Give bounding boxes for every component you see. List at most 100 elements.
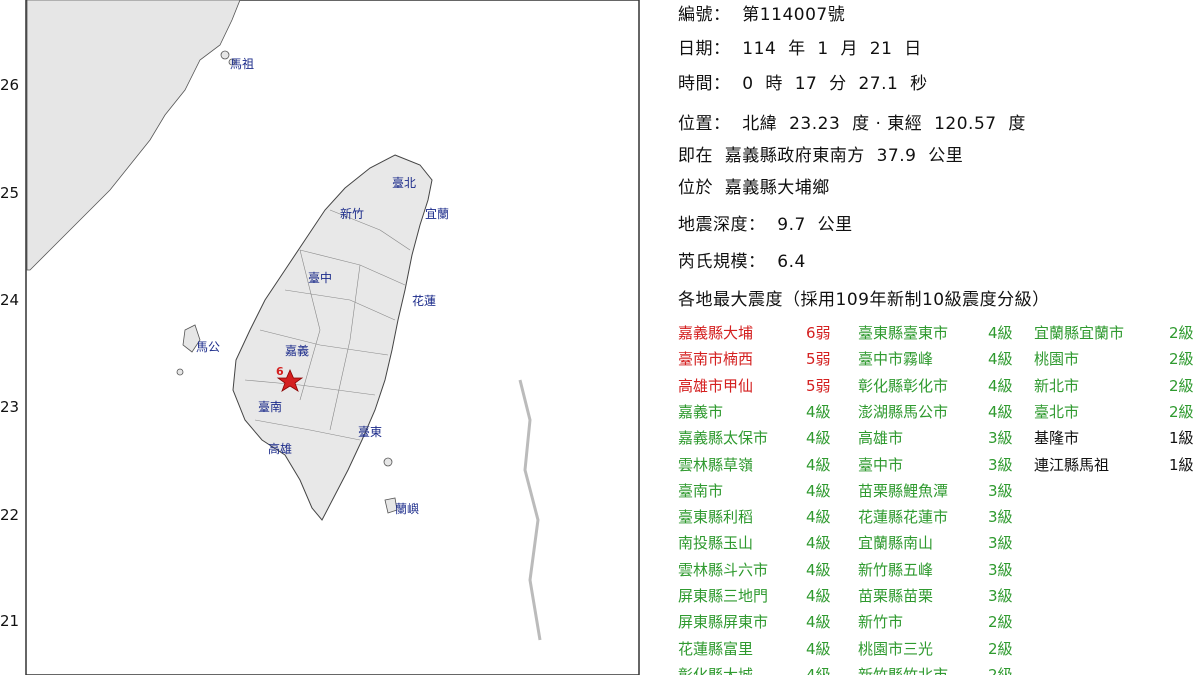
city-label: 嘉義 (285, 344, 310, 358)
intensity-level: 4級 (806, 402, 831, 421)
station-name: 彰化縣彰化市 (858, 376, 949, 395)
report-position: 位置： 北緯 23.23 度 · 東經 120.57 度 (678, 114, 1026, 134)
city-label: 馬公 (196, 340, 221, 354)
report-time: 時間： 0 時 17 分 27.1 秒 (678, 74, 928, 94)
report-relative: 即在 嘉義縣政府東南方 37.9 公里 (678, 146, 964, 166)
station-name: 新北市 (1034, 376, 1080, 395)
station-name: 臺南市 (678, 481, 724, 500)
station-name: 南投縣玉山 (678, 534, 754, 553)
intensity-level: 3級 (988, 455, 1013, 474)
intensity-level: 3級 (988, 429, 1013, 448)
lat-label: 22 (0, 506, 20, 524)
station-name: 雲林縣斗六市 (678, 560, 769, 579)
intensity-level: 4級 (806, 455, 831, 474)
intensity-level: 2級 (1169, 350, 1194, 369)
green-island (383, 457, 393, 467)
intensity-level: 4級 (806, 665, 831, 675)
report-depth: 地震深度： 9.7 公里 (678, 215, 853, 235)
intensity-level: 3級 (988, 587, 1013, 605)
intensity-level: 2級 (988, 613, 1013, 632)
station-name: 嘉義縣大埔 (678, 324, 754, 342)
station-name: 屏東縣屏東市 (678, 613, 769, 632)
epicenter-intensity: 6 (276, 365, 284, 378)
lat-label: 23 (0, 398, 20, 416)
report-number: 編號： 第114007號 (678, 5, 846, 25)
city-label: 臺南 (258, 400, 283, 414)
station-name: 宜蘭縣宜蘭市 (1034, 324, 1125, 342)
map-canvas (25, 0, 640, 675)
station-name: 新竹縣竹北市 (858, 665, 949, 675)
intensity-level: 4級 (806, 534, 831, 553)
lat-label: 26 (0, 76, 20, 94)
intensity-level: 1級 (1169, 429, 1194, 448)
intensity-level: 6弱 (806, 324, 831, 342)
station-name: 嘉義縣太保市 (678, 429, 769, 448)
station-name: 新竹縣五峰 (858, 560, 934, 579)
intensity-level: 4級 (806, 429, 831, 448)
station-name: 彰化縣大城 (678, 665, 754, 675)
intensity-level: 2級 (1169, 324, 1194, 342)
station-name: 澎湖縣馬公市 (858, 402, 949, 421)
city-label: 蘭嶼 (395, 502, 420, 516)
station-name: 新竹市 (858, 613, 904, 632)
intensity-level: 4級 (806, 560, 831, 579)
station-name: 雲林縣草嶺 (678, 455, 754, 474)
report-date: 日期： 114 年 1 月 21 日 (678, 39, 922, 59)
report-magnitude: 芮氏規模： 6.4 (678, 252, 806, 272)
intensity-level: 4級 (806, 587, 831, 605)
intensity-level: 4級 (806, 613, 831, 632)
intensity-level: 3級 (988, 534, 1013, 553)
station-name: 臺北市 (1034, 402, 1080, 421)
intensity-level: 3級 (988, 481, 1013, 500)
intensity-level: 3級 (988, 560, 1013, 579)
intensity-level: 4級 (988, 350, 1013, 369)
lat-label: 24 (0, 291, 20, 309)
intensity-level: 5弱 (806, 376, 831, 395)
city-label: 馬祖 (230, 57, 255, 71)
city-label: 宜蘭 (425, 207, 450, 221)
intensity-map: 26 25 24 23 22 21 馬祖 臺北 新竹 宜蘭 臺中 花蓮 馬公 嘉… (0, 0, 640, 675)
station-name: 宜蘭縣南山 (858, 534, 934, 553)
station-name: 高雄市 (858, 429, 904, 448)
station-name: 臺東縣利稻 (678, 508, 754, 527)
intensity-level: 2級 (1169, 402, 1194, 421)
station-name: 花蓮縣花蓮市 (858, 508, 949, 527)
intensity-level: 4級 (988, 402, 1013, 421)
station-name: 基隆市 (1034, 429, 1080, 448)
penghu-islet (176, 368, 184, 376)
intensity-level: 2級 (988, 639, 1013, 658)
station-name: 苗栗縣苗栗 (858, 587, 934, 605)
city-label: 臺東 (358, 425, 383, 439)
report-located: 位於 嘉義縣大埔鄉 (678, 178, 830, 198)
matsu-islet (220, 50, 230, 60)
intensity-level: 2級 (1169, 376, 1194, 395)
lat-label: 25 (0, 184, 20, 202)
station-name: 高雄市甲仙 (678, 376, 754, 395)
city-label: 臺北 (392, 176, 417, 190)
station-name: 臺東縣臺東市 (858, 324, 949, 342)
station-name: 花蓮縣富里 (678, 639, 754, 658)
intensity-level: 5弱 (806, 350, 831, 369)
intensity-level: 4級 (806, 639, 831, 658)
station-name: 桃園市 (1034, 350, 1080, 369)
intensity-level: 4級 (806, 481, 831, 500)
station-name: 苗栗縣鯉魚潭 (858, 481, 949, 500)
city-label: 花蓮 (412, 294, 437, 308)
station-name: 屏東縣三地門 (678, 587, 769, 605)
intensity-level: 3級 (988, 508, 1013, 527)
intensity-level: 2級 (988, 665, 1013, 675)
intensity-level: 4級 (806, 508, 831, 527)
city-label: 高雄 (268, 442, 293, 456)
station-name: 桃園市三光 (858, 639, 934, 658)
station-name: 臺中市 (858, 455, 904, 474)
city-label: 新竹 (340, 207, 365, 221)
earthquake-report: 編號： 第114007號 日期： 114 年 1 月 21 日 時間： 0 時 … (678, 0, 1198, 675)
station-name: 嘉義市 (678, 402, 724, 421)
intensity-level: 1級 (1169, 455, 1194, 474)
intensity-level: 4級 (988, 376, 1013, 395)
lat-label: 21 (0, 612, 20, 630)
station-name: 臺南市楠西 (678, 350, 754, 369)
intensity-level: 4級 (988, 324, 1013, 342)
station-name: 臺中市霧峰 (858, 350, 934, 369)
station-name: 連江縣馬祖 (1034, 455, 1110, 474)
